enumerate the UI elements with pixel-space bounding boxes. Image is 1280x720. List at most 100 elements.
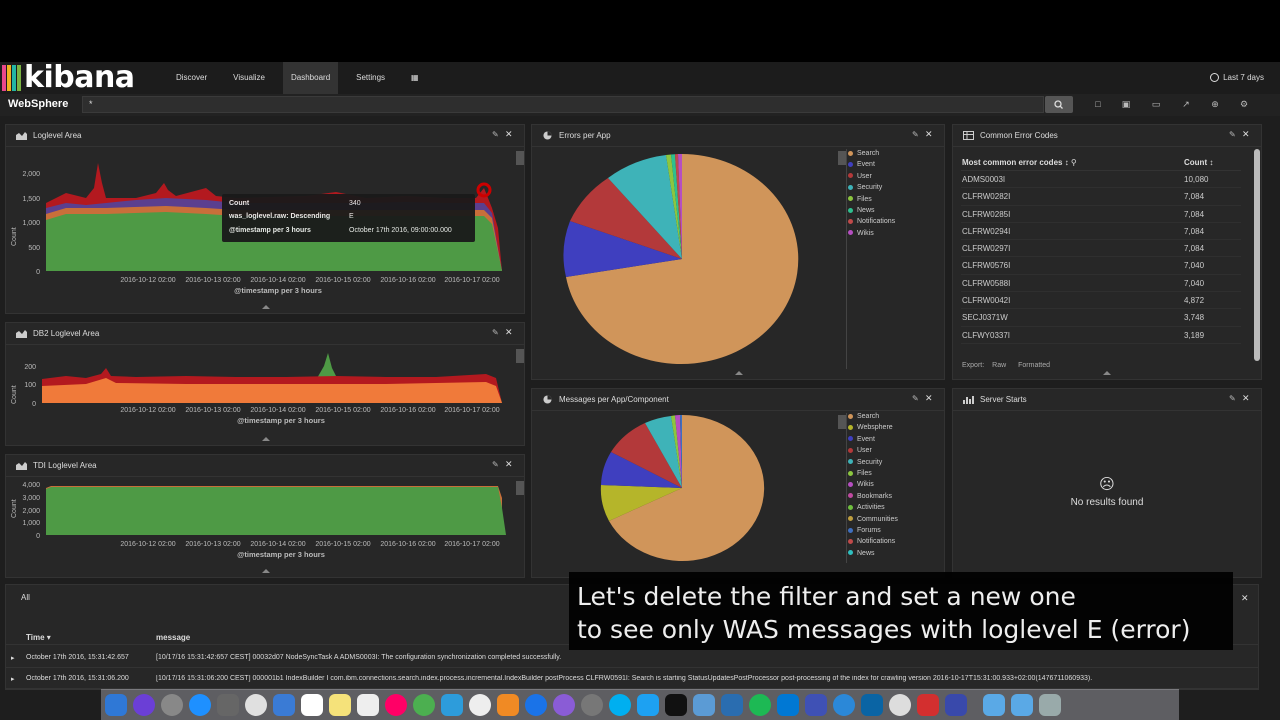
legend-toggle[interactable] (516, 151, 524, 165)
finder-icon[interactable] (105, 694, 127, 716)
legend-item[interactable]: Communities (848, 514, 898, 525)
app-icon[interactable] (861, 694, 883, 716)
close-icon[interactable]: ✕ (1242, 393, 1250, 404)
column-header-count[interactable]: Count ↕ (1184, 158, 1213, 167)
scrollbar[interactable] (1254, 149, 1260, 361)
legend-item[interactable]: Activities (848, 502, 898, 513)
twitter-icon[interactable] (637, 694, 659, 716)
chevron-up-icon[interactable] (262, 437, 270, 441)
query-input[interactable]: * (82, 96, 1044, 113)
itunes-icon[interactable] (469, 694, 491, 716)
facetime-icon[interactable] (441, 694, 463, 716)
column-header-time[interactable]: Time ▾ (26, 633, 51, 642)
add-panel-icon[interactable]: ⊕ (1210, 99, 1220, 109)
mail-icon[interactable] (273, 694, 295, 716)
legend-toggle[interactable] (516, 481, 524, 495)
legend-item[interactable]: Forums (848, 525, 898, 536)
options-icon[interactable]: ⚙ (1239, 99, 1249, 109)
grid-icon[interactable]: ▦ (403, 62, 427, 94)
legend-item[interactable]: Wikis (848, 228, 895, 239)
safari-icon[interactable] (189, 694, 211, 716)
legend-item[interactable]: Files (848, 468, 898, 479)
column-header-code[interactable]: Most common error codes ↕ ⚲ (962, 158, 1077, 167)
calendar-icon[interactable] (301, 694, 323, 716)
log-row[interactable]: ▸ October 17th 2016, 15:31:42.657 [10/17… (6, 648, 1258, 668)
legend-item[interactable]: News (848, 548, 898, 559)
ibooks-icon[interactable] (497, 694, 519, 716)
system-preferences-icon[interactable] (581, 694, 603, 716)
app-icon[interactable] (721, 694, 743, 716)
edit-icon[interactable]: ✎ (492, 460, 499, 469)
legend-item[interactable]: Wikis (848, 479, 898, 490)
edit-icon[interactable]: ✎ (1229, 130, 1236, 139)
edit-icon[interactable]: ✎ (492, 130, 499, 139)
legend-toggle[interactable] (838, 415, 846, 429)
log-row[interactable]: ▸ October 17th 2016, 15:31:06.200 [10/17… (6, 669, 1258, 689)
edit-icon[interactable]: ✎ (912, 394, 919, 403)
legend-item[interactable]: Notifications (848, 536, 898, 547)
save-icon[interactable]: ▣ (1121, 99, 1131, 109)
edit-icon[interactable]: ✎ (912, 130, 919, 139)
skype-icon[interactable] (609, 694, 631, 716)
vscode-icon[interactable] (777, 694, 799, 716)
table-row[interactable]: CLFRW0576I 7,040 (961, 257, 1241, 275)
siri-icon[interactable] (133, 694, 155, 716)
legend-item[interactable]: Search (848, 148, 895, 159)
share-icon[interactable]: ↗ (1181, 99, 1191, 109)
legend-item[interactable]: News (848, 205, 895, 216)
legend-item[interactable]: User (848, 171, 895, 182)
table-row[interactable]: CLFRW0588I 7,040 (961, 275, 1241, 293)
close-icon[interactable]: ✕ (925, 393, 933, 404)
legend-item[interactable]: Event (848, 159, 895, 170)
app-icon[interactable] (917, 694, 939, 716)
new-dashboard-icon[interactable]: □ (1093, 99, 1103, 109)
kibana-logo[interactable]: kibana (2, 63, 135, 93)
app-store-icon[interactable] (525, 694, 547, 716)
table-row[interactable]: CLFWY0337I 3,189 (961, 327, 1241, 344)
launchpad-icon[interactable] (161, 694, 183, 716)
time-picker[interactable]: Last 7 days (1210, 62, 1264, 94)
app-icon[interactable] (833, 694, 855, 716)
legend-toggle[interactable] (838, 151, 846, 165)
chevron-up-icon[interactable] (735, 371, 743, 375)
app-icon[interactable] (553, 694, 575, 716)
table-row[interactable]: CLFRW0285I 7,084 (961, 206, 1241, 223)
legend-item[interactable]: User (848, 445, 898, 456)
column-header-message[interactable]: message (156, 633, 190, 642)
notes-icon[interactable] (329, 694, 351, 716)
export-formatted-link[interactable]: Formatted (1018, 362, 1050, 369)
messages-icon[interactable] (413, 694, 435, 716)
close-icon[interactable]: ✕ (1242, 129, 1250, 140)
table-row[interactable]: ADMS0003I 10,080 (961, 171, 1241, 189)
table-row[interactable]: CLFRW0042I 4,872 (961, 292, 1241, 310)
folder-icon[interactable] (983, 694, 1005, 716)
legend-item[interactable]: Bookmarks (848, 491, 898, 502)
1password-icon[interactable] (889, 694, 911, 716)
export-raw-link[interactable]: Raw (992, 362, 1006, 369)
legend-item[interactable]: Notifications (848, 216, 895, 227)
chevron-up-icon[interactable] (1103, 371, 1111, 375)
trash-icon[interactable] (1039, 694, 1061, 716)
table-row[interactable]: CLFRW0282I 7,084 (961, 188, 1241, 206)
chevron-up-icon[interactable] (262, 569, 270, 573)
table-row[interactable]: CLFRW0294I 7,084 (961, 223, 1241, 241)
terminal-icon[interactable] (665, 694, 687, 716)
photos-icon[interactable] (385, 694, 407, 716)
spotify-icon[interactable] (749, 694, 771, 716)
legend-item[interactable]: Search (848, 411, 898, 422)
close-icon[interactable]: ✕ (505, 327, 513, 338)
close-icon[interactable]: ✕ (505, 129, 513, 140)
app-icon[interactable] (805, 694, 827, 716)
close-icon[interactable]: ✕ (505, 459, 513, 470)
edit-icon[interactable]: ✎ (492, 328, 499, 337)
nav-discover[interactable]: Discover (168, 62, 215, 94)
reminders-icon[interactable] (357, 694, 379, 716)
legend-item[interactable]: Security (848, 182, 895, 193)
legend-item[interactable]: Websphere (848, 422, 898, 433)
folder-icon[interactable] (1011, 694, 1033, 716)
calculator-icon[interactable] (217, 694, 239, 716)
app-icon[interactable] (693, 694, 715, 716)
edit-icon[interactable]: ✎ (1229, 394, 1236, 403)
legend-item[interactable]: Files (848, 194, 895, 205)
legend-toggle[interactable] (516, 349, 524, 363)
